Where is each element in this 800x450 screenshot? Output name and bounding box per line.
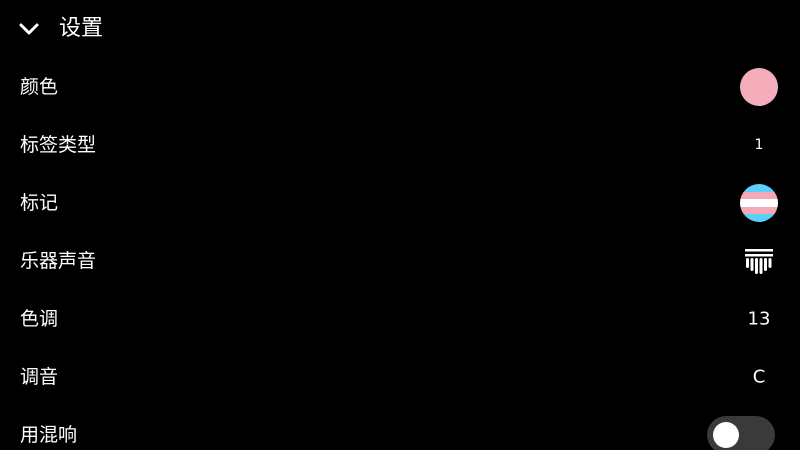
setting-value-label-type: 1 bbox=[754, 137, 764, 153]
setting-value-color bbox=[738, 68, 780, 106]
collapse-button[interactable] bbox=[18, 18, 40, 40]
flag-icon[interactable] bbox=[740, 184, 778, 222]
setting-label-tone: 色调 bbox=[20, 308, 59, 330]
setting-label-reverb: 用混响 bbox=[20, 424, 78, 446]
setting-label-label-type: 标签类型 bbox=[20, 134, 97, 156]
reverb-toggle[interactable] bbox=[707, 416, 775, 450]
setting-value-tuning: C bbox=[752, 366, 766, 388]
flag-stripe bbox=[740, 191, 778, 200]
page-title: 设置 bbox=[59, 16, 104, 41]
header: 设置 bbox=[0, 0, 800, 58]
setting-row-color[interactable]: 颜色 bbox=[0, 58, 800, 116]
setting-value-instrument-sound bbox=[738, 246, 780, 276]
chevron-down-icon bbox=[19, 23, 39, 35]
flag-stripe bbox=[740, 214, 778, 222]
settings-screen: 设置 颜色 标签类型 1 标记 乐器声音 色调 13 调音 C 用混响 bbox=[0, 0, 800, 450]
setting-row-tuning[interactable]: 调音 C bbox=[0, 348, 800, 406]
toggle-knob bbox=[713, 422, 739, 448]
setting-row-tone[interactable]: 色调 13 bbox=[0, 290, 800, 348]
setting-label-tuning: 调音 bbox=[20, 366, 59, 388]
setting-row-reverb[interactable]: 用混响 bbox=[0, 406, 800, 450]
flag-stripe bbox=[740, 184, 778, 192]
flag-stripe bbox=[740, 206, 778, 215]
kalimba-icon[interactable] bbox=[744, 246, 774, 276]
setting-value-marker bbox=[738, 184, 780, 222]
setting-value-tone: 13 bbox=[747, 308, 771, 330]
flag-stripe bbox=[740, 199, 778, 207]
setting-label-color: 颜色 bbox=[20, 76, 59, 98]
setting-label-marker: 标记 bbox=[20, 192, 59, 214]
setting-label-instrument-sound: 乐器声音 bbox=[20, 250, 97, 272]
setting-row-instrument-sound[interactable]: 乐器声音 bbox=[0, 232, 800, 290]
setting-row-label-type[interactable]: 标签类型 1 bbox=[0, 116, 800, 174]
setting-row-marker[interactable]: 标记 bbox=[0, 174, 800, 232]
color-swatch[interactable] bbox=[740, 68, 778, 106]
